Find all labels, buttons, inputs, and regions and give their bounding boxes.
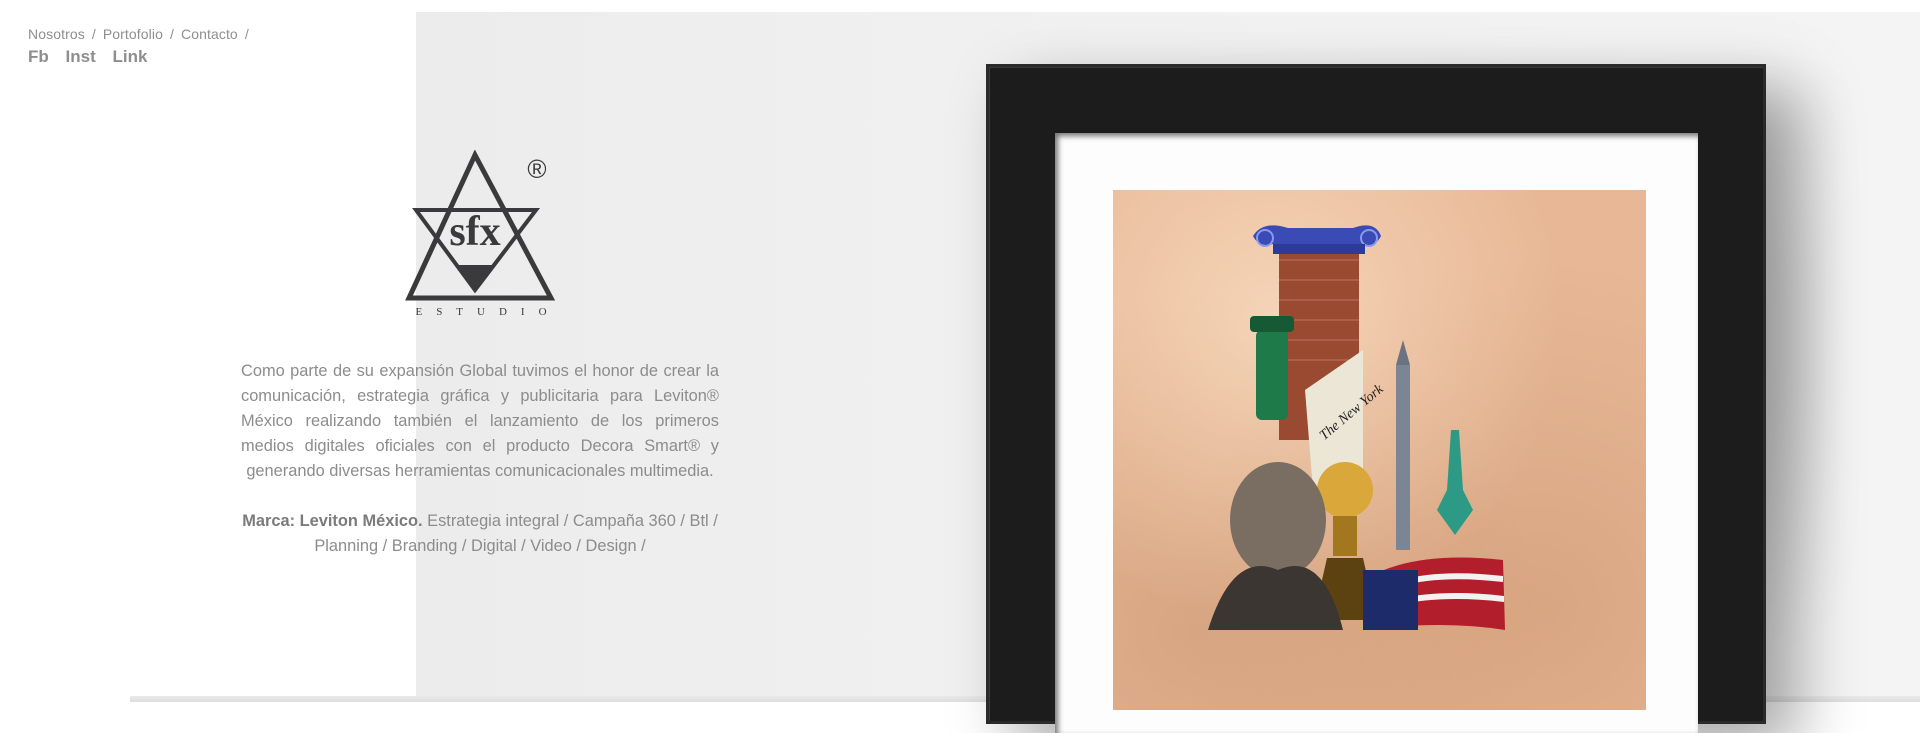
us-flag-fabric <box>1363 557 1505 630</box>
social-link-facebook[interactable]: Fb <box>28 47 49 66</box>
registered-icon: ® <box>527 154 546 184</box>
portrait-face <box>1230 462 1326 578</box>
green-lantern <box>1256 330 1288 420</box>
nav-separator: / <box>244 26 249 42</box>
nav-separator: / <box>169 26 174 42</box>
social-link-linkedin[interactable]: Link <box>112 47 147 66</box>
artwork-collage: The New York <box>1113 190 1646 710</box>
nav-separator: / <box>91 26 96 42</box>
top-navigation: Nosotros / Portofolio / Contacto / <box>28 26 256 42</box>
nav-link-portofolio[interactable]: Portofolio <box>103 26 163 42</box>
brand-label: Marca: Leviton México. <box>242 512 423 530</box>
nav-link-nosotros[interactable]: Nosotros <box>28 26 85 42</box>
collage-illustration: The New York <box>1208 225 1505 630</box>
social-link-instagram[interactable]: Inst <box>66 47 96 66</box>
project-credits: Marca: Leviton México. Estrategia integr… <box>226 509 734 559</box>
sfx-estudio-logo: sfx ® <box>405 150 556 301</box>
social-links: Fb Inst Link <box>28 47 159 67</box>
nav-link-contacto[interactable]: Contacto <box>181 26 238 42</box>
portrait-suit <box>1208 566 1343 630</box>
logo-subtitle: ESTUDIO <box>415 306 561 318</box>
project-description: Como parte de su expansión Global tuvimo… <box>241 362 719 480</box>
credits-services: Estrategia integral / Campaña 360 / Btl … <box>427 512 718 530</box>
light-bulb <box>1317 462 1373 518</box>
logo-mark-text: sfx <box>449 209 500 255</box>
teal-oil-lamp <box>1437 430 1473 535</box>
credits-disciplines: Planning / Branding / Digital / Video / … <box>314 537 646 555</box>
